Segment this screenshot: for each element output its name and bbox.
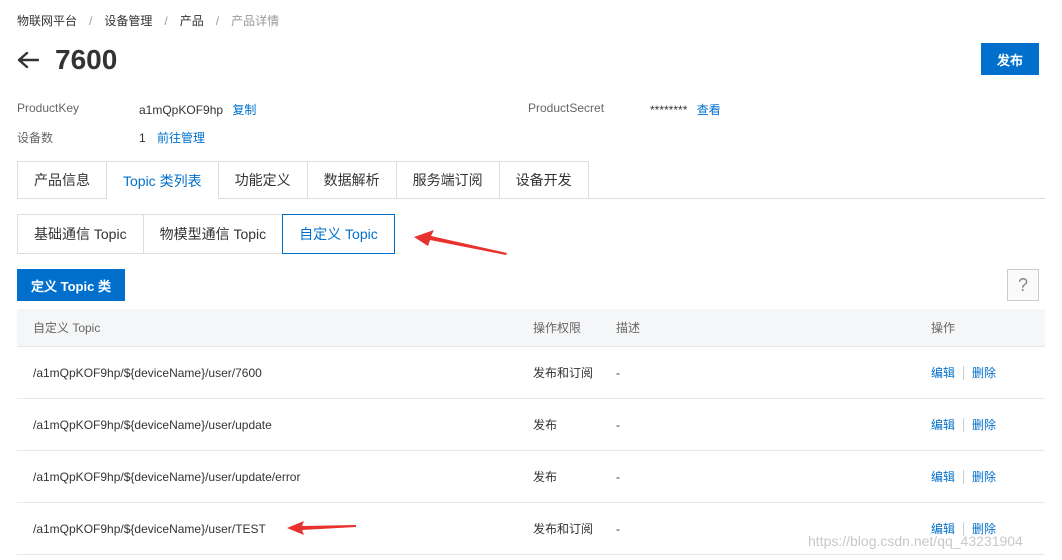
product-secret-value: ******** — [650, 103, 688, 117]
device-count-row: 1 前往管理 — [139, 129, 205, 146]
title-row: 7600 — [17, 44, 117, 76]
tab-data-parsing[interactable]: 数据解析 — [306, 161, 396, 199]
header-description: 描述 — [616, 321, 641, 335]
page-title: 7600 — [55, 44, 118, 75]
permission-cell: 发布 — [533, 418, 558, 432]
table-row: /a1mQpKOF9hp/${deviceName}/user/update 发… — [17, 399, 1045, 451]
product-key-value: a1mQpKOF9hp — [139, 103, 224, 117]
header-topic: 自定义 Topic — [33, 321, 101, 335]
tab-product-info[interactable]: 产品信息 — [17, 161, 106, 199]
operation-cell: 编辑 删除 — [915, 364, 1045, 381]
description-cell: - — [616, 469, 620, 484]
subtab-basic-topic[interactable]: 基础通信 Topic — [17, 214, 143, 254]
permission-cell: 发布和订阅 — [533, 522, 594, 536]
product-secret-row: ******** 查看 — [650, 101, 721, 118]
description-cell: - — [616, 417, 620, 432]
publish-button[interactable]: 发布 — [981, 43, 1039, 75]
delete-link[interactable]: 删除 — [972, 364, 996, 381]
delete-link[interactable]: 删除 — [972, 416, 996, 433]
copy-link[interactable]: 复制 — [232, 103, 256, 117]
edit-link[interactable]: 编辑 — [931, 468, 955, 485]
breadcrumb-device-management[interactable]: 设备管理 — [104, 12, 152, 29]
permission-cell: 发布和订阅 — [533, 366, 594, 380]
subtab-custom-topic[interactable]: 自定义 Topic — [282, 214, 395, 254]
subtab-thing-model-topic[interactable]: 物模型通信 Topic — [142, 214, 283, 254]
main-tabs: 产品信息 Topic 类列表 功能定义 数据解析 服务端订阅 设备开发 — [17, 161, 1045, 200]
breadcrumb: 物联网平台 / 设备管理 / 产品 / 产品详情 — [17, 12, 279, 29]
sub-tabs: 基础通信 Topic 物模型通信 Topic 自定义 Topic — [17, 214, 395, 254]
divider — [963, 417, 965, 432]
edit-link[interactable]: 编辑 — [931, 364, 955, 381]
tab-function-definition[interactable]: 功能定义 — [217, 161, 307, 199]
operation-cell: 编辑 删除 — [915, 468, 1045, 485]
breadcrumb-separator: / — [164, 13, 168, 28]
breadcrumb-separator: / — [215, 13, 220, 28]
topic-cell: /a1mQpKOF9hp/${deviceName}/user/update/e… — [33, 469, 301, 484]
tab-topic-list[interactable]: Topic 类列表 — [106, 161, 218, 200]
breadcrumb-separator: / — [89, 13, 93, 28]
divider — [963, 365, 965, 380]
topic-cell: /a1mQpKOF9hp/${deviceName}/user/update — [33, 417, 272, 432]
divider — [963, 469, 965, 484]
goto-manage-link[interactable]: 前往管理 — [157, 131, 205, 145]
header-operation: 操作 — [931, 321, 956, 335]
product-secret-label: ProductSecret — [528, 101, 605, 115]
annotation-arrow-icon — [414, 230, 507, 255]
breadcrumb-iot-platform[interactable]: 物联网平台 — [17, 12, 77, 29]
help-icon[interactable]: ? — [1007, 269, 1039, 301]
back-arrow-icon[interactable] — [17, 48, 41, 72]
description-cell: - — [616, 365, 620, 380]
topic-table: 自定义 Topic 操作权限 描述 操作 /a1mQpKOF9hp/${devi… — [17, 309, 1045, 555]
device-count-value: 1 — [139, 131, 146, 145]
product-key-row: a1mQpKOF9hp 复制 — [139, 101, 256, 118]
view-secret-link[interactable]: 查看 — [697, 103, 721, 117]
table-row: /a1mQpKOF9hp/${deviceName}/user/update/e… — [17, 451, 1045, 503]
operation-cell: 编辑 删除 — [915, 416, 1045, 433]
table-row: /a1mQpKOF9hp/${deviceName}/user/7600 发布和… — [17, 347, 1045, 399]
breadcrumb-product[interactable]: 产品 — [180, 12, 204, 29]
topic-cell: /a1mQpKOF9hp/${deviceName}/user/TEST — [33, 521, 266, 536]
topic-cell: /a1mQpKOF9hp/${deviceName}/user/7600 — [33, 365, 262, 380]
tab-server-subscription[interactable]: 服务端订阅 — [395, 161, 499, 199]
delete-link[interactable]: 删除 — [972, 468, 996, 485]
product-key-label: ProductKey — [17, 101, 80, 115]
table-header: 自定义 Topic 操作权限 描述 操作 — [17, 309, 1045, 347]
header-permission: 操作权限 — [533, 321, 582, 335]
define-topic-button[interactable]: 定义 Topic 类 — [17, 269, 125, 301]
edit-link[interactable]: 编辑 — [931, 416, 955, 433]
device-count-label: 设备数 — [17, 131, 54, 145]
permission-cell: 发布 — [533, 470, 558, 484]
breadcrumb-product-detail: 产品详情 — [231, 14, 280, 28]
tab-device-development[interactable]: 设备开发 — [498, 161, 589, 199]
watermark: https://blog.csdn.net/qq_43231904 — [808, 533, 1023, 549]
